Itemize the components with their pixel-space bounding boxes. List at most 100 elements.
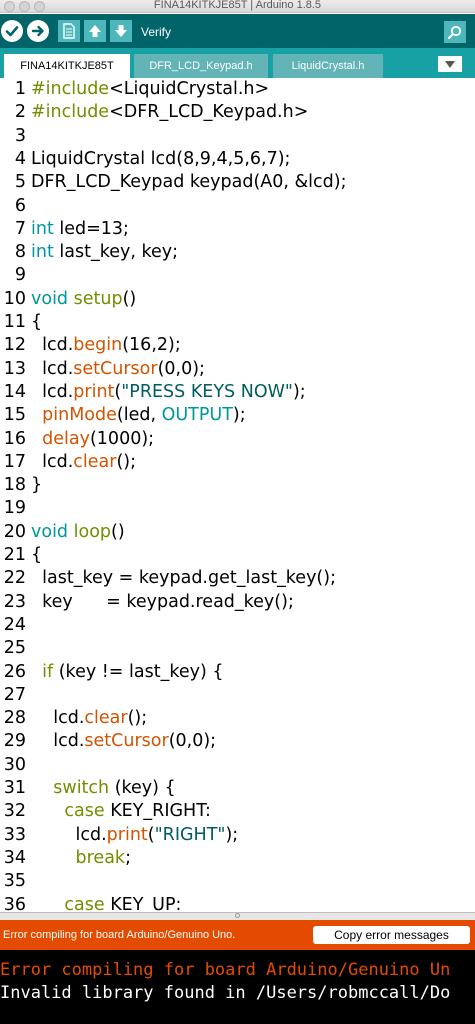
code-line[interactable]: 6 — [0, 195, 475, 218]
line-number: 29 — [3, 731, 26, 752]
code-line[interactable]: 22 last_key = keypad.get_last_key(); — [0, 567, 475, 590]
code-line[interactable]: 13 lcd.setCursor(0,0); — [0, 358, 475, 381]
save-sketch-button[interactable] — [110, 20, 132, 42]
code-line[interactable]: 4 LiquidCrystal lcd(8,9,4,5,6,7); — [0, 148, 475, 171]
code-line[interactable]: 11{ — [0, 311, 475, 334]
code-line[interactable]: 9 — [0, 264, 475, 287]
code-text: } — [31, 474, 42, 497]
line-number: 8 — [14, 242, 26, 263]
status-bar: Error compiling for board Arduino/Genuin… — [0, 920, 475, 950]
line-number: 18 — [3, 475, 26, 496]
tab-liquidcrystal[interactable]: LiquidCrystal.h — [273, 54, 383, 78]
code-line[interactable]: 26 if (key != last_key) { — [0, 661, 475, 684]
code-line[interactable]: 30 — [0, 754, 475, 777]
code-line[interactable]: 7 int led=13; — [0, 218, 475, 241]
window-titlebar: FINA14KITKJE85T | Arduino 1.8.5 — [0, 0, 475, 13]
code-token: clear — [73, 451, 117, 472]
line-number: 15 — [3, 405, 26, 426]
code-line[interactable]: 24 — [0, 614, 475, 637]
code-line[interactable]: 1 #include<LiquidCrystal.h> — [0, 78, 475, 101]
code-line[interactable]: 33 lcd.print("RIGHT"); — [0, 824, 475, 847]
line-number: 2 — [14, 102, 26, 123]
code-line[interactable]: 21{ — [0, 544, 475, 567]
code-token: lcd. — [31, 381, 74, 402]
copy-error-messages-button[interactable]: Copy error messages — [313, 926, 470, 944]
code-text: #include<DFR_LCD_Keypad.h> — [31, 101, 308, 124]
console-output[interactable]: Error compiling for board Arduino/Genuin… — [0, 950, 475, 1024]
code-token: } — [31, 475, 43, 496]
code-line[interactable]: 35 — [0, 870, 475, 893]
arrow-up-icon — [89, 25, 101, 37]
arrow-down-icon — [115, 25, 127, 37]
code-token: case — [64, 894, 105, 913]
code-token: ); — [225, 824, 239, 845]
code-line[interactable]: 31 switch (key) { — [0, 777, 475, 800]
code-editor[interactable]: 1 #include<LiquidCrystal.h> 2 #include<DFR_… — [0, 78, 475, 912]
code-token: lcd. — [31, 731, 85, 752]
code-token: ); — [232, 405, 246, 426]
tab-main-sketch[interactable]: FINA14KITKJE85T — [4, 54, 130, 78]
serial-monitor-button[interactable] — [444, 21, 466, 43]
code-line[interactable]: 32 case KEY_RIGHT: — [0, 800, 475, 823]
code-text: LiquidCrystal lcd(8,9,4,5,6,7); — [31, 148, 290, 171]
line-number: 5 — [14, 172, 26, 193]
code-text: switch (key) { — [31, 777, 176, 800]
line-number: 14 — [3, 381, 26, 402]
code-token: OUTPUT — [161, 405, 233, 426]
code-text: delay(1000); — [31, 428, 154, 451]
code-token: begin — [73, 335, 123, 356]
code-line[interactable]: 18} — [0, 474, 475, 497]
code-token: #include — [31, 102, 110, 123]
code-token: print — [73, 381, 115, 402]
code-text: { — [31, 544, 42, 567]
code-line[interactable]: 3 — [0, 125, 475, 148]
code-line[interactable]: 36 case KEY_UP: — [0, 894, 475, 913]
code-text: #include<LiquidCrystal.h> — [31, 78, 269, 101]
code-line[interactable]: 25 — [0, 637, 475, 660]
splitter-handle-icon[interactable] — [235, 913, 240, 918]
code-line[interactable]: 2 #include<DFR_LCD_Keypad.h> — [0, 101, 475, 124]
code-line[interactable]: 8 int last_key, key; — [0, 241, 475, 264]
verify-button[interactable] — [1, 20, 23, 42]
console-line: Invalid library found in /Users/robmccal… — [0, 983, 451, 1003]
tab-dfr-lcd-keypad[interactable]: DFR_LCD_Keypad.h — [134, 54, 268, 78]
line-number: 31 — [3, 778, 26, 798]
code-line[interactable]: 27 — [0, 684, 475, 707]
code-token: setCursor — [73, 358, 158, 379]
code-text: key = keypad.read_key(); — [31, 591, 294, 614]
tab-bar: FINA14KITKJE85T DFR_LCD_Keypad.h LiquidC… — [0, 48, 475, 78]
open-sketch-button[interactable] — [84, 20, 106, 42]
code-line[interactable]: 29 lcd.setCursor(0,0); — [0, 730, 475, 753]
code-token: break — [75, 847, 126, 868]
code-line[interactable]: 20 void loop() — [0, 521, 475, 544]
code-line[interactable]: 5 DFR_LCD_Keypad keypad(A0, &lcd); — [0, 171, 475, 194]
code-line[interactable]: 16 delay(1000); — [0, 428, 475, 451]
code-line[interactable]: 15 pinMode(led, OUTPUT); — [0, 404, 475, 427]
code-token: KEY_UP: — [104, 894, 182, 913]
editor-console-splitter[interactable] — [0, 912, 475, 920]
code-line[interactable]: 12 lcd.begin(16,2); — [0, 334, 475, 357]
code-line[interactable]: 10 void setup() — [0, 288, 475, 311]
code-line[interactable]: 34 break; — [0, 847, 475, 870]
code-token: (key) { — [109, 778, 176, 798]
code-token: ( — [147, 824, 155, 845]
code-line[interactable]: 14 lcd.print("PRESS KEYS NOW"); — [0, 381, 475, 404]
code-token: pinMode — [42, 405, 117, 426]
new-sketch-button[interactable] — [58, 20, 80, 42]
code-line[interactable]: 28 lcd.clear(); — [0, 707, 475, 730]
code-line[interactable]: 19 — [0, 497, 475, 520]
line-number: 28 — [3, 708, 26, 729]
code-line[interactable]: 17 lcd.clear(); — [0, 451, 475, 474]
line-number: 21 — [3, 545, 26, 565]
code-line[interactable]: 23 key = keypad.read_key(); — [0, 591, 475, 614]
code-token: lcd. — [31, 358, 74, 379]
line-number: 16 — [3, 428, 26, 449]
code-token: last_key, key; — [53, 242, 178, 263]
upload-button[interactable] — [27, 20, 49, 42]
tab-menu-button[interactable] — [438, 56, 462, 72]
line-number: 24 — [3, 614, 26, 635]
